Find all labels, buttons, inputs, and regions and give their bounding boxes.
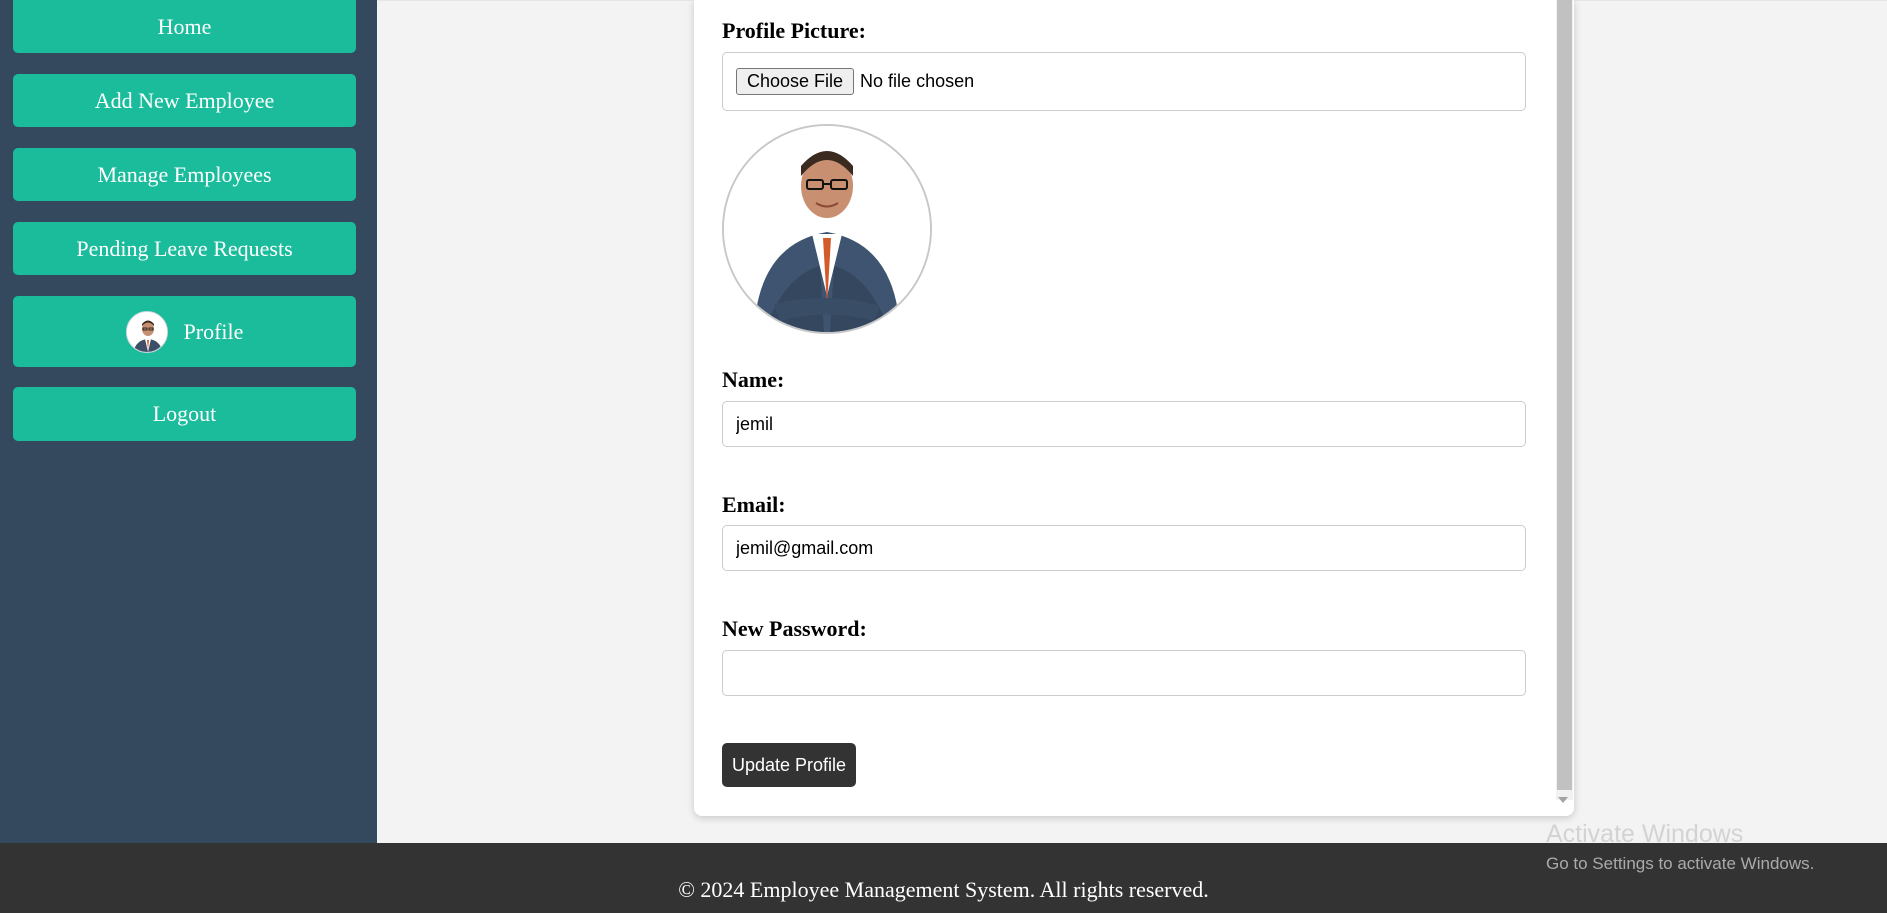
nav-pending-leave-label: Pending Leave Requests (76, 235, 293, 261)
activate-windows-subtitle: Go to Settings to activate Windows. (1546, 854, 1815, 873)
nav-manage-employees-label: Manage Employees (97, 161, 272, 187)
email-input[interactable] (722, 525, 1526, 571)
nav-profile-label: Profile (183, 318, 244, 344)
update-profile-button[interactable]: Update Profile (722, 743, 856, 787)
nav-profile-button[interactable]: Profile (13, 296, 356, 367)
footer-text: © 2024 Employee Management System. All r… (678, 877, 1209, 902)
nav-pending-leave-button[interactable]: Pending Leave Requests (13, 222, 356, 275)
nav-add-employee-label: Add New Employee (94, 87, 275, 113)
profile-avatar-icon (125, 310, 168, 353)
profile-picture-file-input[interactable]: Choose File No file chosen (722, 52, 1526, 111)
nav-home-label: Home (157, 13, 212, 39)
nav-home-button[interactable]: Home (13, 0, 356, 53)
new-password-label: New Password: (722, 616, 867, 641)
nav-logout-button[interactable]: Logout (13, 387, 356, 441)
nav-manage-employees-button[interactable]: Manage Employees (13, 148, 356, 201)
new-password-input[interactable] (722, 650, 1526, 696)
name-input[interactable] (722, 401, 1526, 447)
no-file-text: No file chosen (860, 71, 975, 91)
activate-windows-title: Activate Windows (1546, 820, 1744, 848)
scroll-down-arrow-icon[interactable] (1558, 797, 1568, 803)
sidebar: Home Add New Employee Manage Employees P… (0, 0, 377, 843)
nav-add-employee-button[interactable]: Add New Employee (13, 74, 356, 127)
email-label: Email: (722, 492, 786, 517)
profile-picture-label: Profile Picture: (722, 18, 866, 43)
scrollbar-thumb[interactable] (1557, 0, 1572, 790)
choose-file-button[interactable]: Choose File (736, 68, 855, 95)
name-label: Name: (722, 367, 785, 392)
nav-logout-label: Logout (152, 401, 217, 426)
profile-picture-preview (722, 124, 932, 334)
